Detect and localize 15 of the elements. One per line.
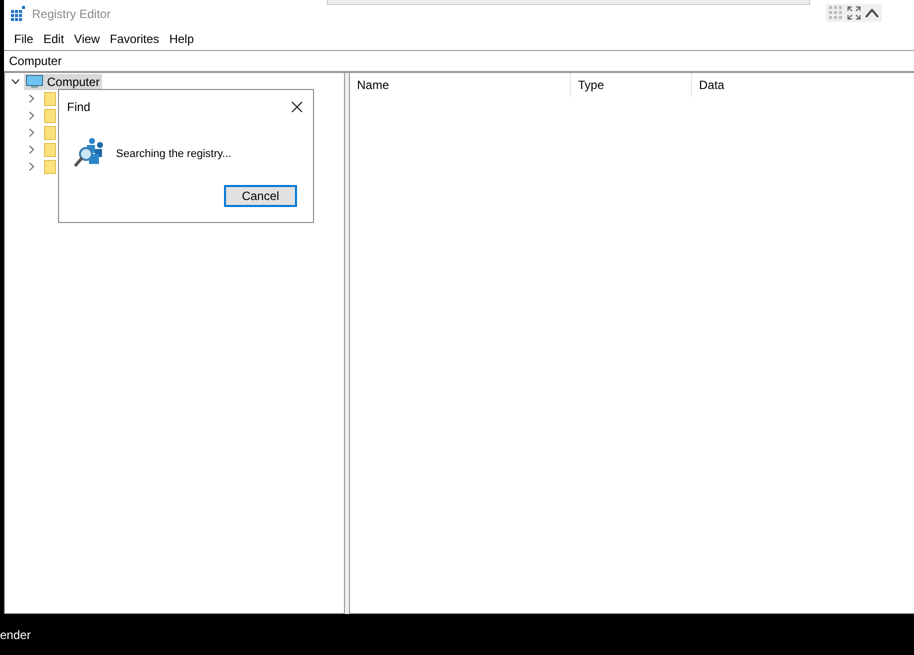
column-header[interactable]: Name xyxy=(350,73,571,97)
tree-item[interactable]: Computer xyxy=(24,74,102,90)
cancel-button[interactable]: Cancel xyxy=(224,185,297,207)
menu-item[interactable]: Favorites xyxy=(104,32,164,46)
menu-item[interactable]: Edit xyxy=(38,32,70,46)
menu-item[interactable]: View xyxy=(69,32,105,46)
menu-item[interactable]: Help xyxy=(164,32,199,46)
status-message: Searching the registry... xyxy=(116,148,232,160)
menu-item[interactable]: File xyxy=(9,32,38,46)
address-bar[interactable]: Computer xyxy=(4,51,914,73)
window-title: Registry Editor xyxy=(32,7,111,21)
dialog-title: Find xyxy=(67,100,90,114)
taskbar-label[interactable]: ender xyxy=(0,628,31,642)
column-header[interactable]: Data xyxy=(692,73,724,97)
column-header[interactable]: Type xyxy=(571,73,692,97)
